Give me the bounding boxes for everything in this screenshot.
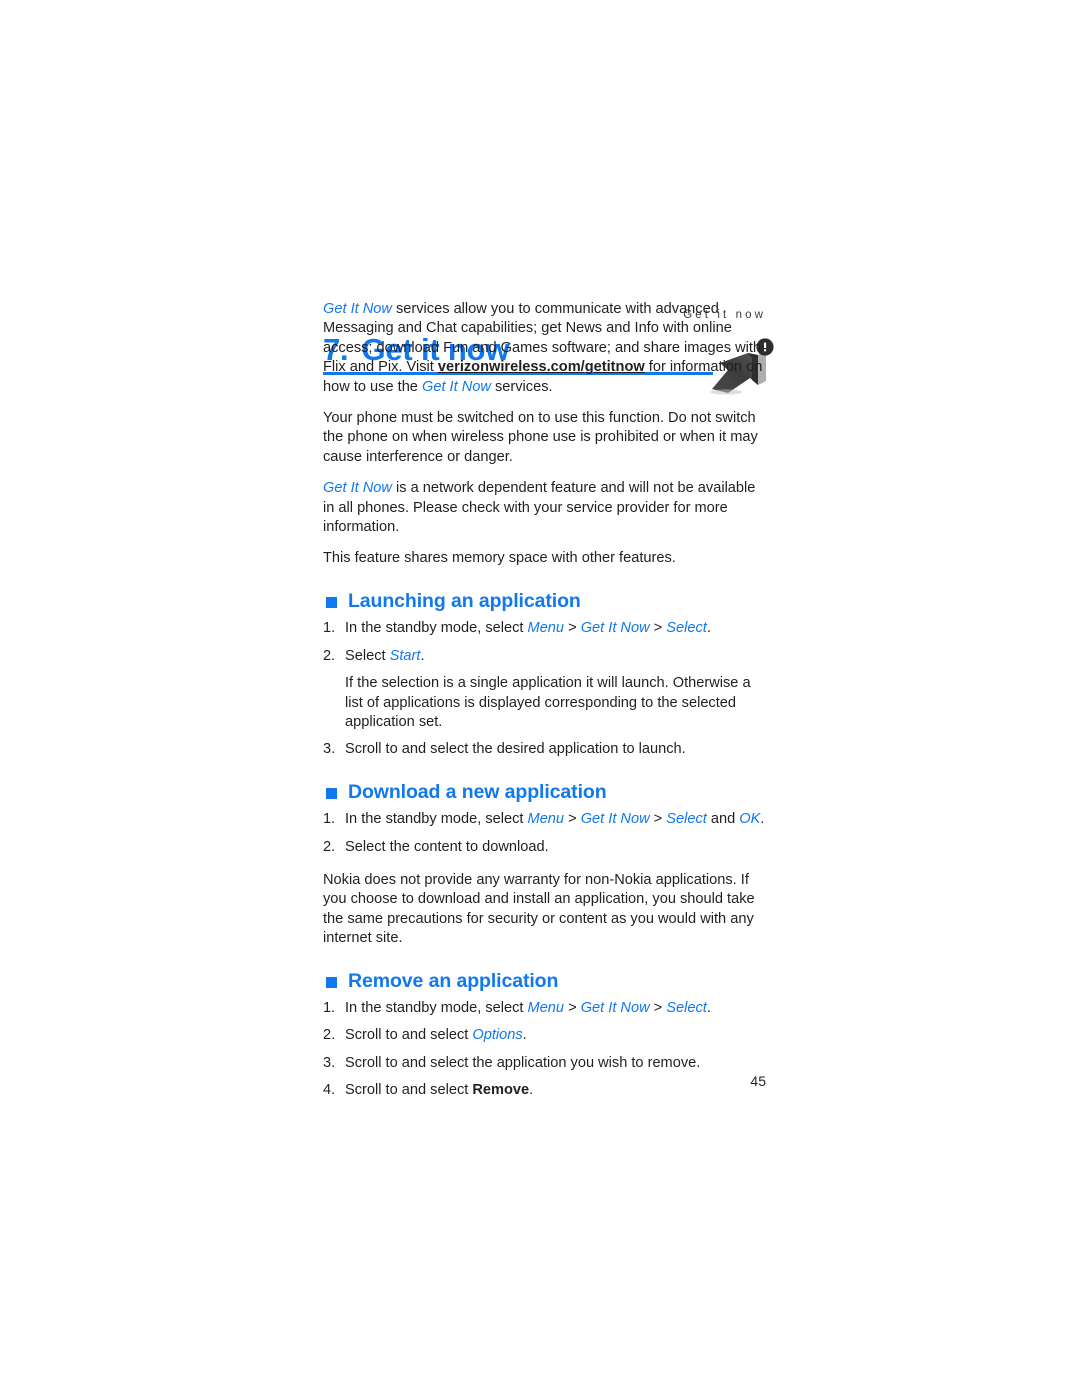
list-marker: 1. (323, 620, 336, 637)
intro-paragraph-4: This feature shares memory space with ot… (323, 550, 676, 567)
text-run: Select (345, 647, 390, 664)
ui-term: Get It Now (323, 480, 392, 497)
section-heading-launching: Launching an application (326, 589, 766, 612)
intro-paragraph-2: Your phone must be switched on to use th… (323, 410, 758, 465)
list-item: 3. Scroll to and select the desired appli… (323, 740, 766, 759)
document-body: Get It Now services allow you to communi… (323, 300, 766, 1109)
section-heading-label: Remove an application (348, 969, 559, 992)
text-run: In the standby mode, select (345, 620, 528, 637)
list-item: 1. In the standby mode, select Menu > Get… (323, 619, 766, 638)
ui-term: OK (739, 811, 761, 828)
steps-list-download: 1. In the standby mode, select Menu > Get… (323, 810, 766, 857)
text-run: > (564, 1000, 581, 1017)
list-marker: 3. (323, 741, 336, 758)
ui-term: Menu (527, 811, 565, 828)
ui-term: Menu (527, 620, 565, 637)
list-item: 2. Select the content to download. (323, 838, 766, 857)
verizon-url[interactable]: verizonwireless.com/getitnow (438, 359, 645, 375)
text-run: . (706, 1000, 711, 1017)
list-item: 2. Select Start. If the selection is a si… (323, 647, 766, 733)
ui-term: Select (666, 620, 707, 637)
list-item: 1. In the standby mode, select Menu > Get… (323, 810, 766, 829)
text-run: Scroll to and select (345, 1027, 473, 1044)
intro-paragraph-3: Get It Now is a network dependent featur… (323, 479, 766, 537)
square-bullet-icon (326, 976, 337, 988)
list-marker: 3. (323, 1054, 336, 1071)
list-marker: 2. (323, 1027, 336, 1044)
text-run: services. (490, 378, 553, 395)
steps-list-launching: 1. In the standby mode, select Menu > Get… (323, 619, 766, 759)
list-item: 3. Scroll to and select the application y… (323, 1054, 766, 1073)
ui-term: Get It Now (580, 620, 650, 637)
list-marker: 1. (323, 1000, 336, 1017)
text-run: > (649, 811, 667, 828)
intro-paragraph-1: Get It Now services allow you to communi… (323, 300, 766, 397)
text-run: Scroll to and select the desired applica… (345, 741, 686, 758)
text-run: > (649, 1000, 667, 1017)
document-page: Get it now 7. Get it now Get It Now serv… (0, 0, 1080, 1397)
text-run: . (706, 620, 711, 637)
text-run: Select the content to download. (345, 838, 549, 855)
ui-term: Get It Now (580, 1000, 650, 1017)
text-run: In the standby mode, select (345, 811, 528, 828)
ui-term: Get It Now (421, 378, 491, 395)
ui-term: Select (666, 1000, 707, 1017)
section-heading-label: Download a new application (348, 780, 607, 803)
text-run: > (564, 811, 581, 828)
text-run: In the standby mode, select (345, 1000, 528, 1017)
text-run: > (649, 620, 667, 637)
square-bullet-icon (326, 597, 337, 609)
square-bullet-icon (326, 787, 337, 799)
text-run: > (564, 620, 581, 637)
nokia-warranty-note: Nokia does not provide any warranty for … (323, 872, 755, 947)
step-note: If the selection is a single application… (345, 675, 751, 730)
section-heading-remove: Remove an application (326, 969, 766, 992)
text-run: . (420, 647, 425, 664)
list-marker: 1. (323, 811, 336, 828)
list-item: 1. In the standby mode, select Menu > Get… (323, 999, 766, 1018)
page-number: 45 (750, 1073, 766, 1089)
section-heading-download: Download a new application (326, 780, 766, 803)
list-item: 2. Scroll to and select Options. (323, 1026, 766, 1045)
ui-term: Get It Now (580, 811, 650, 828)
section-heading-label: Launching an application (348, 589, 581, 612)
ui-term: Select (666, 811, 707, 828)
list-marker: 2. (323, 647, 336, 664)
ui-term: Start (389, 647, 421, 664)
text-run: . (760, 811, 765, 828)
ui-term: Menu (527, 1000, 565, 1017)
ui-term: Get It Now (323, 301, 392, 317)
text-run: . (522, 1027, 527, 1044)
list-marker: 2. (323, 838, 336, 855)
text-run: and (706, 811, 740, 828)
ui-term: Options (472, 1027, 523, 1044)
text-run: Scroll to and select the application you… (345, 1054, 701, 1071)
